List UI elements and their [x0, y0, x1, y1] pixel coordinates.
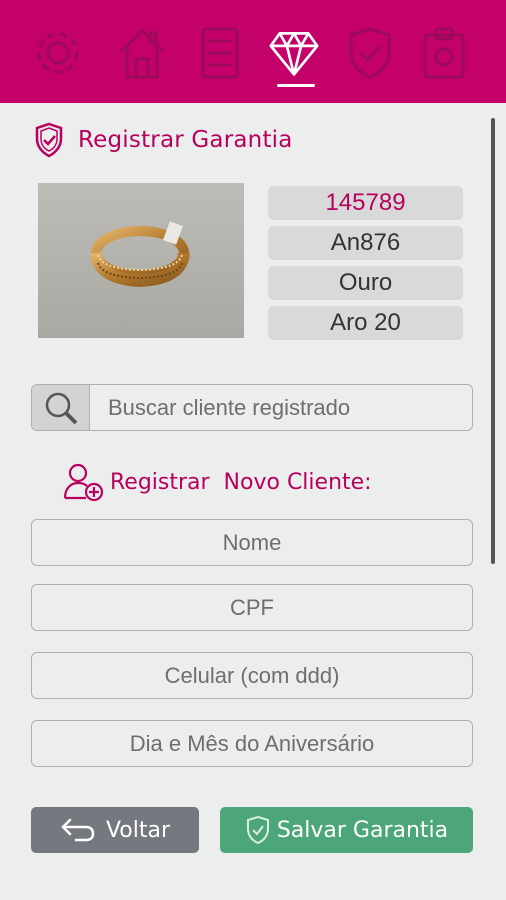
product-code: 145789 — [268, 186, 463, 220]
shield-check-icon — [246, 815, 269, 845]
active-tab-indicator — [277, 84, 315, 87]
product-material: Ouro — [268, 266, 463, 300]
checklist-icon[interactable] — [192, 22, 248, 84]
name-field-wrap — [31, 519, 473, 566]
back-button[interactable]: Voltar — [31, 807, 199, 853]
page-title: Registrar Garantia — [78, 127, 293, 153]
settings-icon[interactable] — [30, 22, 86, 84]
scrollbar[interactable] — [491, 118, 495, 564]
top-nav-bar — [0, 0, 506, 103]
save-warranty-button[interactable]: Salvar Garantia — [220, 807, 473, 853]
product-size: Aro 20 — [268, 306, 463, 340]
product-image — [38, 183, 244, 338]
shield-check-icon[interactable] — [342, 22, 398, 84]
new-client-header: Registrar Novo Cliente: — [62, 460, 372, 504]
birthday-field[interactable] — [32, 721, 472, 766]
search-icon[interactable] — [32, 385, 90, 430]
section-title: Registrar Garantia — [34, 121, 293, 159]
new-client-title: Registrar Novo Cliente: — [110, 469, 372, 495]
birthday-field-wrap — [31, 720, 473, 767]
save-button-label: Salvar Garantia — [276, 817, 449, 843]
cpf-field[interactable] — [32, 585, 472, 630]
clipboard-icon[interactable] — [416, 22, 472, 84]
phone-field-wrap — [31, 652, 473, 699]
product-model: An876 — [268, 226, 463, 260]
home-icon[interactable] — [114, 22, 170, 84]
back-arrow-icon — [61, 818, 95, 842]
cpf-field-wrap — [31, 584, 473, 631]
diamond-icon[interactable] — [266, 22, 322, 84]
add-user-icon — [63, 463, 104, 502]
name-field[interactable] — [32, 520, 472, 565]
shield-check-icon — [35, 122, 63, 158]
phone-field[interactable] — [32, 653, 472, 698]
back-button-label: Voltar — [105, 817, 171, 843]
client-search — [31, 384, 473, 431]
search-input[interactable] — [90, 385, 472, 430]
